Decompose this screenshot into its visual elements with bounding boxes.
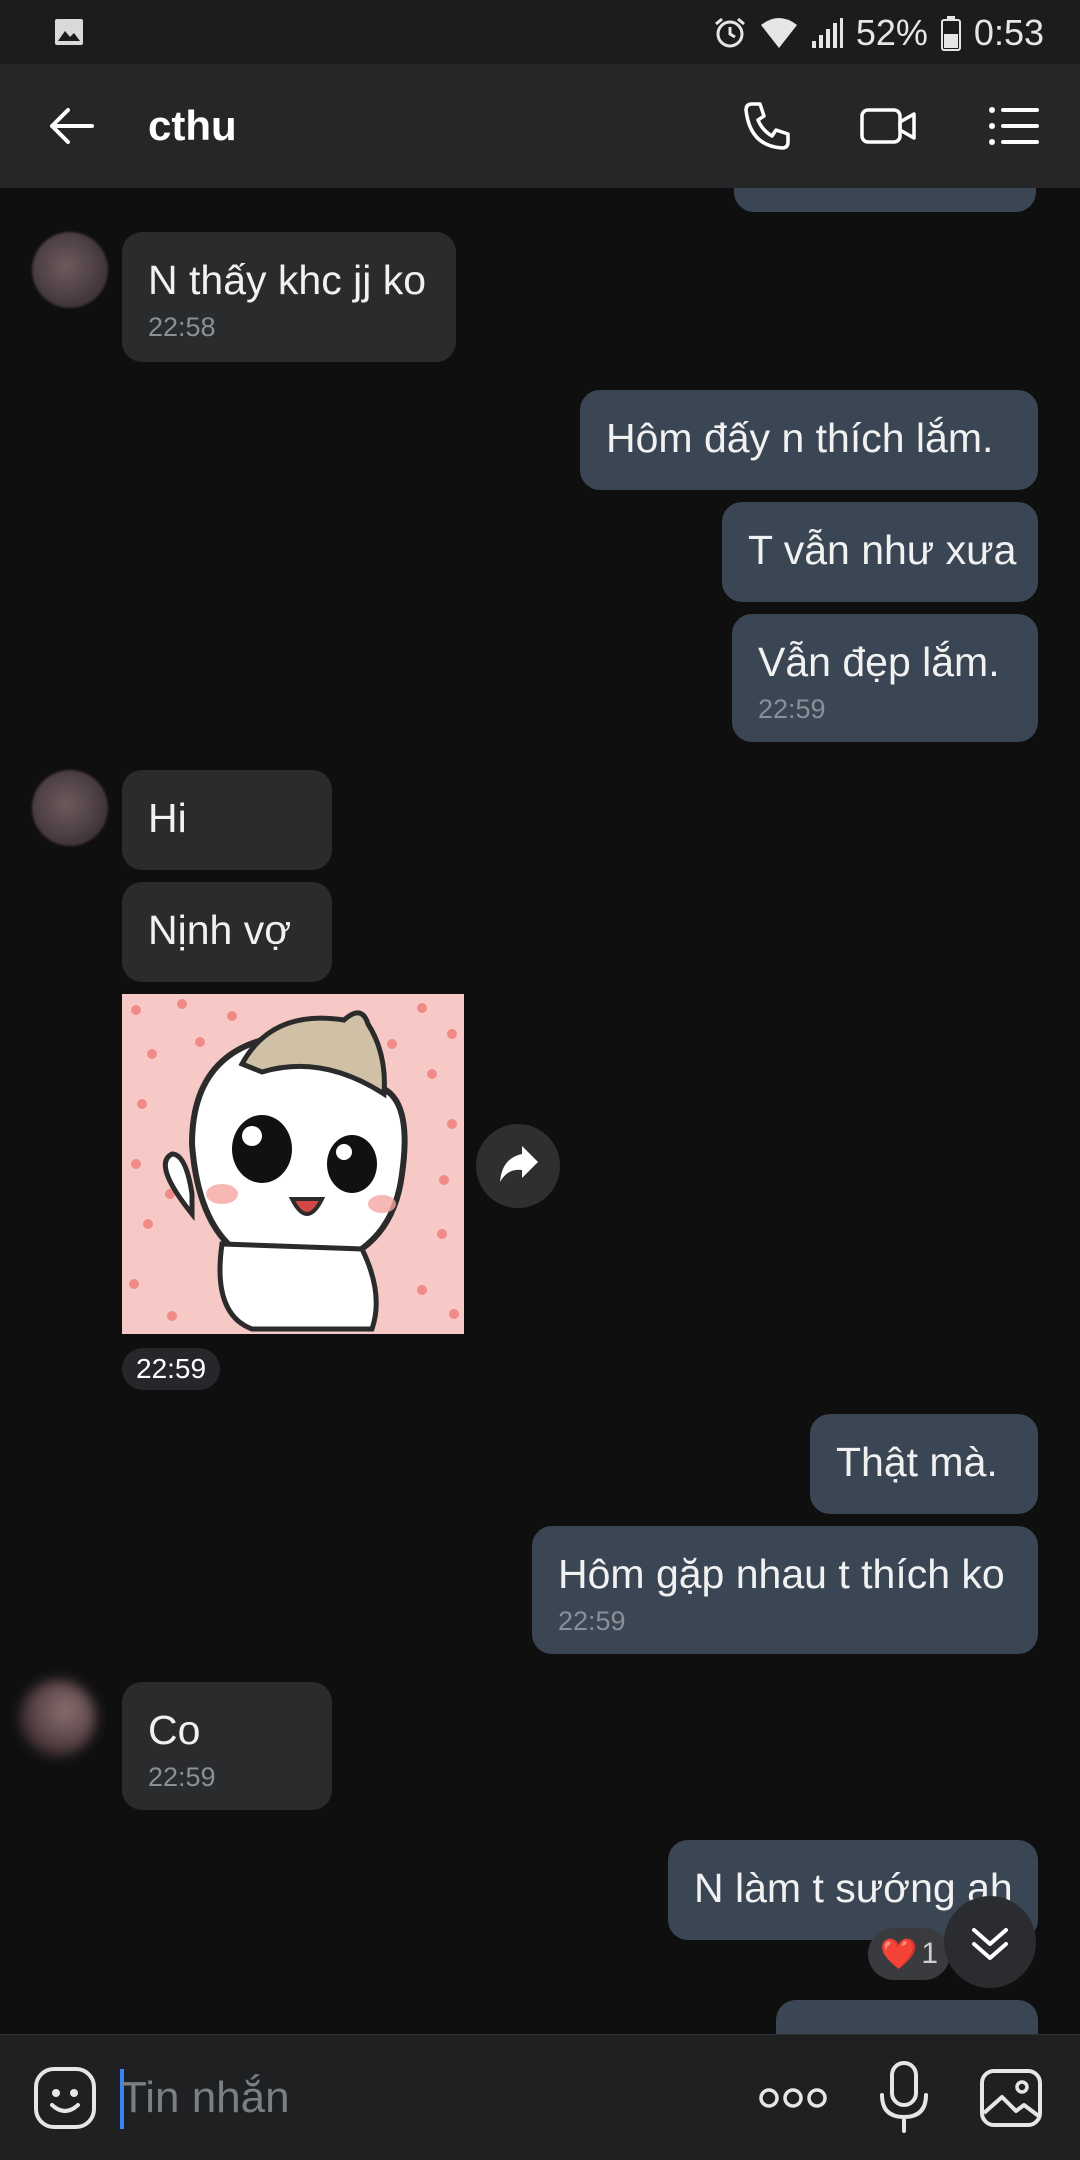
signal-icon: [811, 18, 843, 48]
message-bubble[interactable]: Hôm đấy n thích lắm.: [580, 390, 1038, 490]
alarm-icon: [714, 17, 745, 48]
message-text: Thật mà.: [836, 1439, 998, 1485]
message-bubble[interactable]: Co 22:59: [122, 1682, 332, 1810]
menu-list-icon[interactable]: [985, 96, 1045, 156]
message-text: Co: [148, 1707, 201, 1753]
message-text: T vẫn như xưa: [748, 527, 1017, 573]
heart-icon: ❤️: [880, 1937, 918, 1971]
message-text: Nịnh vợ: [148, 907, 292, 953]
clock: 0:53: [973, 12, 1044, 53]
forward-arrow-icon: [500, 1146, 538, 1182]
status-icons: 52% 0:53: [712, 10, 1044, 56]
message-time: 22:59: [758, 694, 826, 724]
sticker-character: [129, 999, 459, 1332]
message-bubble[interactable]: Nịnh vợ: [122, 882, 332, 982]
message-text: Vẫn đẹp lắm.: [758, 639, 1000, 685]
message-text: Hi: [148, 795, 187, 841]
back-arrow-icon[interactable]: [44, 98, 100, 154]
message-time: 22:58: [148, 312, 216, 342]
sticker-time: 22:59: [122, 1348, 221, 1390]
avatar[interactable]: [20, 1680, 96, 1756]
message-bubble[interactable]: Hi: [122, 770, 332, 870]
emoji-icon[interactable]: [32, 2065, 98, 2131]
message-bubble[interactable]: Vẫn đẹp lắm. 22:59: [732, 614, 1038, 742]
phone-icon[interactable]: [738, 96, 798, 156]
scroll-to-bottom-button[interactable]: [944, 1896, 1036, 1988]
message-time: 22:59: [148, 1762, 216, 1792]
message-bubble-partial: [776, 2000, 1038, 2034]
message-bubble-partial: [734, 188, 1036, 212]
message-composer: [0, 2034, 1080, 2160]
microphone-icon[interactable]: [874, 2059, 934, 2135]
gallery-icon[interactable]: [978, 2067, 1044, 2129]
message-input[interactable]: [120, 2063, 720, 2133]
avatar[interactable]: [32, 770, 108, 846]
video-camera-icon[interactable]: [858, 96, 918, 156]
chat-header: cthu: [0, 64, 1080, 188]
status-bar: 52% 0:53: [0, 0, 1080, 64]
reaction-badge[interactable]: ❤️ 1: [868, 1928, 951, 1980]
chat-title[interactable]: cthu: [148, 102, 237, 150]
message-bubble[interactable]: T vẫn như xưa: [722, 502, 1038, 602]
sticker-image[interactable]: [122, 994, 464, 1334]
double-chevron-down-icon: [972, 1928, 1008, 1960]
message-text: N thấy khc jj ko: [148, 257, 426, 303]
message-time: 22:59: [558, 1606, 626, 1636]
more-dots-icon[interactable]: [758, 2075, 828, 2121]
message-bubble[interactable]: N thấy khc jj ko 22:58: [122, 232, 456, 362]
wifi-icon: [760, 18, 797, 48]
share-forward-button[interactable]: [476, 1124, 560, 1208]
message-bubble[interactable]: Hôm gặp nhau t thích ko 22:59: [532, 1526, 1038, 1654]
battery-icon: [940, 16, 961, 51]
battery-percent: 52%: [855, 12, 928, 53]
avatar[interactable]: [32, 232, 108, 308]
message-text: Hôm đấy n thích lắm.: [606, 415, 994, 461]
message-text: Hôm gặp nhau t thích ko: [558, 1551, 1005, 1597]
image-notification-icon: [55, 19, 83, 45]
message-bubble[interactable]: Thật mà.: [810, 1414, 1038, 1514]
reaction-count: 1: [921, 1937, 939, 1970]
